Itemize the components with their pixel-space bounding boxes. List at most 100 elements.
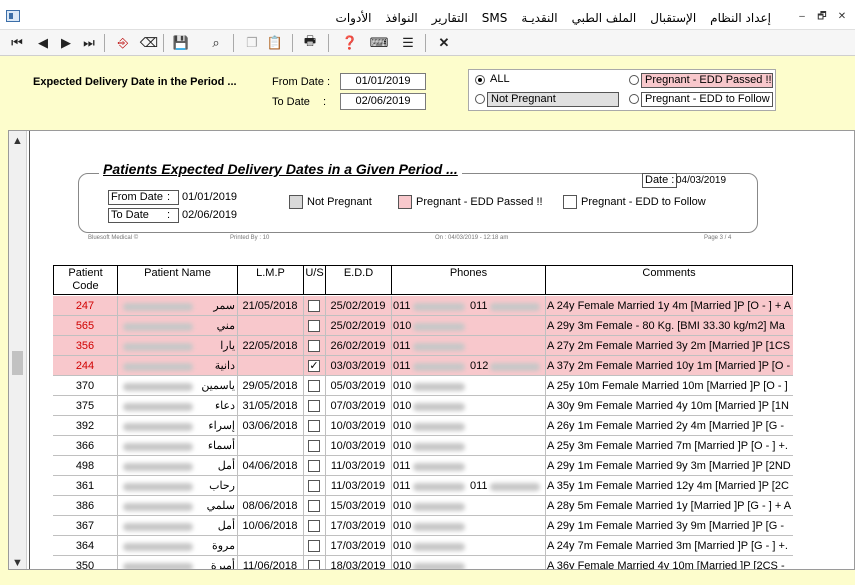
- grid-line: [391, 296, 392, 316]
- menu-item-sms[interactable]: SMS: [482, 11, 508, 25]
- table-row[interactable]: 350 11/06/2018 18/03/2019 010 A 36y Female M…: [53, 556, 793, 570]
- scroll-up-icon[interactable]: ▲: [12, 135, 23, 147]
- redacted-name: [123, 563, 193, 569]
- grid-line: [117, 436, 118, 456]
- close-window-icon[interactable]: ✕: [835, 10, 849, 24]
- restore-icon[interactable]: 🗗: [815, 10, 829, 24]
- previous-record-icon[interactable]: ◀: [32, 32, 54, 54]
- cell-comments: A 36y Female Married 4y 10m [Married ]P …: [547, 560, 785, 570]
- menu-item-tools[interactable]: الأدوات: [336, 11, 372, 25]
- scroll-thumb[interactable]: [12, 351, 23, 375]
- scroll-down-icon[interactable]: ▼: [12, 557, 23, 569]
- radio-edd-passed-label[interactable]: Pregnant - EDD Passed !!: [641, 73, 773, 88]
- cell-comments: A 25y 3m Female Married 7m [Married ]P […: [547, 440, 788, 452]
- radio-edd-follow-label[interactable]: Pregnant - EDD to Follow: [641, 92, 773, 107]
- table-row[interactable]: 247 21/05/2018 25/02/2019 011 011 A 24y Femal…: [53, 296, 793, 316]
- cell-patient-code: 386: [75, 500, 95, 512]
- from-date-input[interactable]: 01/01/2019: [340, 73, 426, 90]
- cell-edd: 25/02/2019: [330, 320, 386, 332]
- from-date-label: From Date :: [272, 76, 331, 88]
- table-row[interactable]: 366 10/03/2019 010 A 25y 3m Female Married …: [53, 436, 793, 456]
- table-row[interactable]: 375 31/05/2018 07/03/2019 010 A 30y 9m Femal…: [53, 396, 793, 416]
- print-icon[interactable]: 🖶: [299, 32, 321, 54]
- cell-comments: A 35y 1m Female Married 12y 4m [Married …: [547, 480, 789, 492]
- cell-phone-2: [470, 516, 490, 536]
- close-icon[interactable]: ✕: [433, 32, 455, 54]
- us-checkbox[interactable]: [308, 340, 320, 352]
- radio-not-pregnant-label[interactable]: Not Pregnant: [487, 92, 619, 107]
- exit-door-icon[interactable]: ⎆: [112, 32, 134, 54]
- paste-icon[interactable]: 📋: [264, 32, 286, 54]
- radio-edd-follow[interactable]: [629, 94, 639, 104]
- cell-comments: A 25y 10m Female Married 10m [Married ]P…: [547, 380, 788, 392]
- us-checkbox[interactable]: [308, 460, 320, 472]
- search-person-icon[interactable]: ⌕: [205, 32, 227, 54]
- table-row[interactable]: 386 08/06/2018 15/03/2019 010 A 28y 5m Femal…: [53, 496, 793, 516]
- table-row[interactable]: 498 04/06/2018 11/03/2019 011 A 29y 1m Femal…: [53, 456, 793, 476]
- menu-item-reception[interactable]: الإستقبال: [650, 11, 696, 25]
- cell-edd: 26/02/2019: [330, 340, 386, 352]
- next-record-icon[interactable]: ▶: [55, 32, 77, 54]
- report-title: Patients Expected Delivery Dates in a Gi…: [99, 161, 462, 177]
- grid-line: [303, 396, 304, 416]
- minimize-icon[interactable]: –: [795, 10, 809, 24]
- table-row[interactable]: 356 22/05/2018 26/02/2019 011 A 27y 2m Femal…: [53, 336, 793, 356]
- us-checkbox[interactable]: [308, 300, 320, 312]
- toolbar-separator: [292, 34, 293, 52]
- grid-line: [303, 376, 304, 396]
- cell-phone-1: 010: [393, 560, 412, 570]
- table-row[interactable]: 364 17/03/2019 010 A 24y 7m Female Married …: [53, 536, 793, 556]
- first-record-icon[interactable]: ⏮: [6, 32, 28, 54]
- cell-phone-1: 010: [393, 440, 412, 452]
- copy-icon[interactable]: ❐: [241, 32, 263, 54]
- app-window-icon[interactable]: [6, 10, 20, 22]
- table-row[interactable]: 370 29/05/2018 05/03/2019 010 A 25y 10m Fema…: [53, 376, 793, 396]
- grid-line: [391, 476, 392, 496]
- cell-lmp: [237, 356, 303, 376]
- cell-lmp: 10/06/2018: [242, 520, 298, 532]
- us-checkbox[interactable]: [308, 320, 320, 332]
- us-checkbox[interactable]: [308, 520, 320, 532]
- table-row[interactable]: 367 10/06/2018 17/03/2019 010 A 29y 1m Femal…: [53, 516, 793, 536]
- menu-item-cash[interactable]: النقديـة: [521, 11, 557, 25]
- menu-item-medical-file[interactable]: الملف الطبي: [572, 11, 637, 25]
- cell-patient-code: 361: [75, 480, 95, 492]
- to-date-input[interactable]: 02/06/2019: [340, 93, 426, 110]
- table-header: Patient Code Patient Name L.M.P U/S E.D.…: [53, 265, 793, 295]
- us-checkbox[interactable]: [308, 380, 320, 392]
- radio-not-pregnant[interactable]: [475, 94, 485, 104]
- us-checkbox[interactable]: [308, 400, 320, 412]
- us-checkbox[interactable]: [308, 440, 320, 452]
- table-row[interactable]: 244 03/03/2019 011 012 A 37y 2m Female Marri…: [53, 356, 793, 376]
- table-row[interactable]: 565 25/02/2019 010 A 29y 3m Female - 80 Kg.…: [53, 316, 793, 336]
- eraser-icon[interactable]: ⌫: [138, 32, 160, 54]
- radio-all-label[interactable]: ALL: [487, 73, 510, 88]
- us-checkbox[interactable]: [308, 480, 320, 492]
- us-checkbox[interactable]: [308, 420, 320, 432]
- grid-line: [117, 296, 118, 316]
- notes-icon[interactable]: ☰: [397, 32, 419, 54]
- save-icon[interactable]: 💾: [170, 32, 192, 54]
- redacted-name: [123, 363, 193, 371]
- last-record-icon[interactable]: ⏭: [78, 32, 100, 54]
- redacted-phone: [413, 463, 465, 471]
- us-checkbox[interactable]: [308, 560, 320, 569]
- col-edd: E.D.D: [326, 266, 392, 294]
- keyboard-icon[interactable]: ⌨: [368, 32, 390, 54]
- us-checkbox[interactable]: ✓: [308, 360, 320, 372]
- menu-item-windows[interactable]: النوافذ: [386, 11, 418, 25]
- cell-lmp: [237, 536, 303, 556]
- menu-item-reports[interactable]: التقارير: [432, 11, 468, 25]
- radio-edd-passed[interactable]: [629, 75, 639, 85]
- us-checkbox[interactable]: [308, 500, 320, 512]
- us-checkbox[interactable]: [308, 540, 320, 552]
- table-row[interactable]: 392 03/06/2018 10/03/2019 010 A 26y 1m Femal…: [53, 416, 793, 436]
- cell-edd: 03/03/2019: [330, 360, 386, 372]
- cell-patient-name: يارا: [220, 340, 235, 352]
- redacted-phone: [490, 363, 540, 371]
- help-icon[interactable]: ❓: [339, 32, 361, 54]
- menu-item-system-setup[interactable]: إعداد النظام: [710, 11, 771, 25]
- table-row[interactable]: 361 11/03/2019 011 011 A 35y 1m Female Marri…: [53, 476, 793, 496]
- radio-all[interactable]: [475, 75, 485, 85]
- vertical-scrollbar[interactable]: ▲ ▼: [9, 131, 27, 569]
